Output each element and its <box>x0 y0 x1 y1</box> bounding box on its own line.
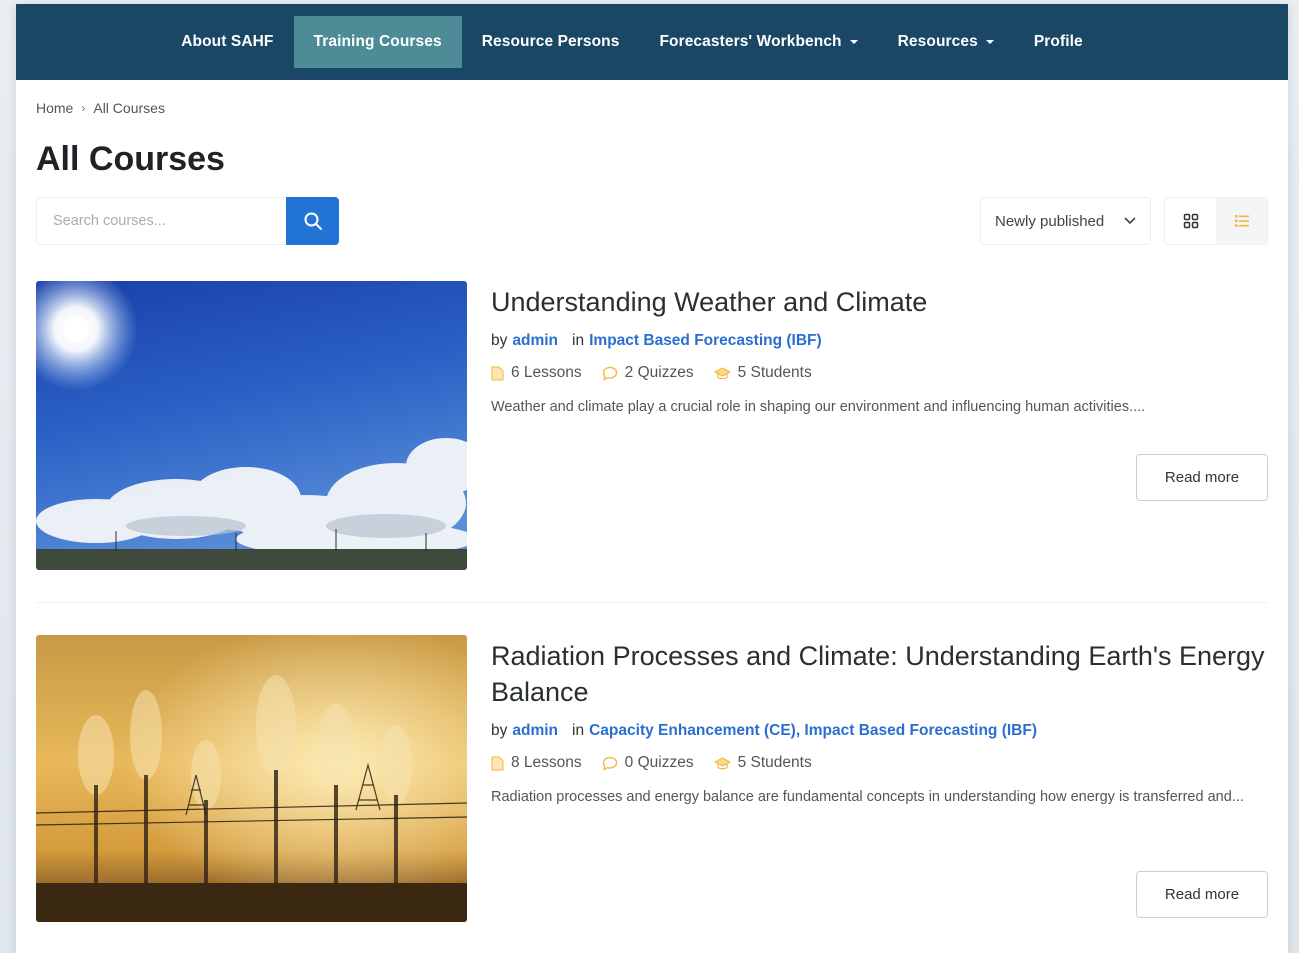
course-excerpt: Radiation processes and energy balance a… <box>491 789 1244 805</box>
blue-sky-clouds-image <box>36 281 467 570</box>
nav-resource-persons[interactable]: Resource Persons <box>462 16 640 68</box>
quizzes-stat: 0 Quizzes <box>602 754 694 772</box>
course-thumbnail[interactable] <box>36 635 467 922</box>
nav-training-courses[interactable]: Training Courses <box>293 16 462 68</box>
students-count: 5 Students <box>737 364 812 381</box>
nav-label: Profile <box>1033 33 1083 50</box>
nav-profile[interactable]: Profile <box>1014 16 1103 68</box>
top-navbar: About SAHF Training Courses Resource Per… <box>16 4 1288 80</box>
read-more-button[interactable]: Read more <box>1136 871 1268 918</box>
breadcrumb: Home › All Courses <box>36 100 1268 116</box>
chevron-down-icon <box>1124 217 1136 225</box>
category-link[interactable]: Impact Based Forecasting (IBF) <box>589 332 822 350</box>
main-content: Home › All Courses All Courses Newly pub… <box>16 100 1288 245</box>
nav-label: About SAHF <box>181 33 274 50</box>
course-toolbar: Newly published <box>36 197 1268 245</box>
sort-selected-label: Newly published <box>995 212 1105 230</box>
course-title[interactable]: Radiation Processes and Climate: Underst… <box>491 638 1268 710</box>
browser-page: About SAHF Training Courses Resource Per… <box>16 4 1288 953</box>
search-button[interactable] <box>286 197 339 245</box>
quizzes-count: 2 Quizzes <box>624 364 694 381</box>
by-label: by <box>491 332 508 349</box>
by-label: by <box>491 722 508 739</box>
lessons-count: 6 Lessons <box>511 364 582 381</box>
course-stats: 8 Lessons 0 Quizzes 5 Students <box>491 754 1268 772</box>
nav-label: Resources <box>897 33 978 50</box>
list-view-icon <box>1234 215 1249 227</box>
author-link[interactable]: admin <box>512 722 558 740</box>
course-title[interactable]: Understanding Weather and Climate <box>491 284 1268 320</box>
nav-resources[interactable]: Resources <box>878 16 1014 68</box>
quizzes-count: 0 Quizzes <box>624 754 694 771</box>
nav-label: Training Courses <box>313 33 442 50</box>
grid-view-icon <box>1183 213 1198 229</box>
grid-view-button[interactable] <box>1165 198 1216 244</box>
caret-down-icon <box>985 40 994 44</box>
in-label: in <box>572 722 585 739</box>
course-excerpt: Weather and climate play a crucial role … <box>491 399 1146 415</box>
breadcrumb-home-link[interactable]: Home <box>36 100 73 116</box>
course-card: Understanding Weather and Climate by adm… <box>36 281 1268 571</box>
category-link[interactable]: Capacity Enhancement (CE), Impact Based … <box>589 722 1037 740</box>
students-count: 5 Students <box>737 754 812 771</box>
lessons-stat: 6 Lessons <box>491 364 582 382</box>
lessons-stat: 8 Lessons <box>491 754 582 772</box>
students-stat: 5 Students <box>713 364 812 382</box>
search-icon <box>304 212 322 230</box>
view-toggle <box>1164 197 1268 245</box>
chat-bubble-icon <box>602 756 617 771</box>
nav-label: Forecasters' Workbench <box>659 33 842 50</box>
list-view-button[interactable] <box>1216 198 1267 244</box>
course-info: Understanding Weather and Climate by adm… <box>491 281 1268 421</box>
file-icon <box>491 366 504 380</box>
file-icon <box>491 756 504 770</box>
author-link[interactable]: admin <box>512 332 558 350</box>
in-label: in <box>572 332 585 349</box>
quizzes-stat: 2 Quizzes <box>602 364 694 382</box>
breadcrumb-current: All Courses <box>93 100 165 116</box>
graduation-cap-icon <box>713 366 731 379</box>
read-more-button[interactable]: Read more <box>1136 454 1268 501</box>
industrial-smokestacks-image <box>36 635 467 922</box>
course-info: Radiation Processes and Climate: Underst… <box>491 635 1268 811</box>
nav-about-sahf[interactable]: About SAHF <box>161 16 293 68</box>
caret-down-icon <box>849 40 858 44</box>
course-thumbnail[interactable] <box>36 281 467 570</box>
search-input[interactable] <box>36 197 286 245</box>
course-meta: by admin in Capacity Enhancement (CE), I… <box>491 722 1268 740</box>
sort-select[interactable]: Newly published <box>980 197 1151 245</box>
nav-forecasters-workbench[interactable]: Forecasters' Workbench <box>639 16 877 68</box>
graduation-cap-icon <box>713 756 731 769</box>
divider <box>36 602 1268 603</box>
chat-bubble-icon <box>602 366 617 381</box>
course-meta: by admin in Impact Based Forecasting (IB… <box>491 332 1268 350</box>
course-stats: 6 Lessons 2 Quizzes 5 Students <box>491 364 1268 382</box>
page-title: All Courses <box>36 140 225 178</box>
lessons-count: 8 Lessons <box>511 754 582 771</box>
nav-label: Resource Persons <box>481 33 620 50</box>
chevron-right-icon: › <box>81 101 86 115</box>
course-card: Radiation Processes and Climate: Underst… <box>36 635 1268 925</box>
students-stat: 5 Students <box>713 754 812 772</box>
